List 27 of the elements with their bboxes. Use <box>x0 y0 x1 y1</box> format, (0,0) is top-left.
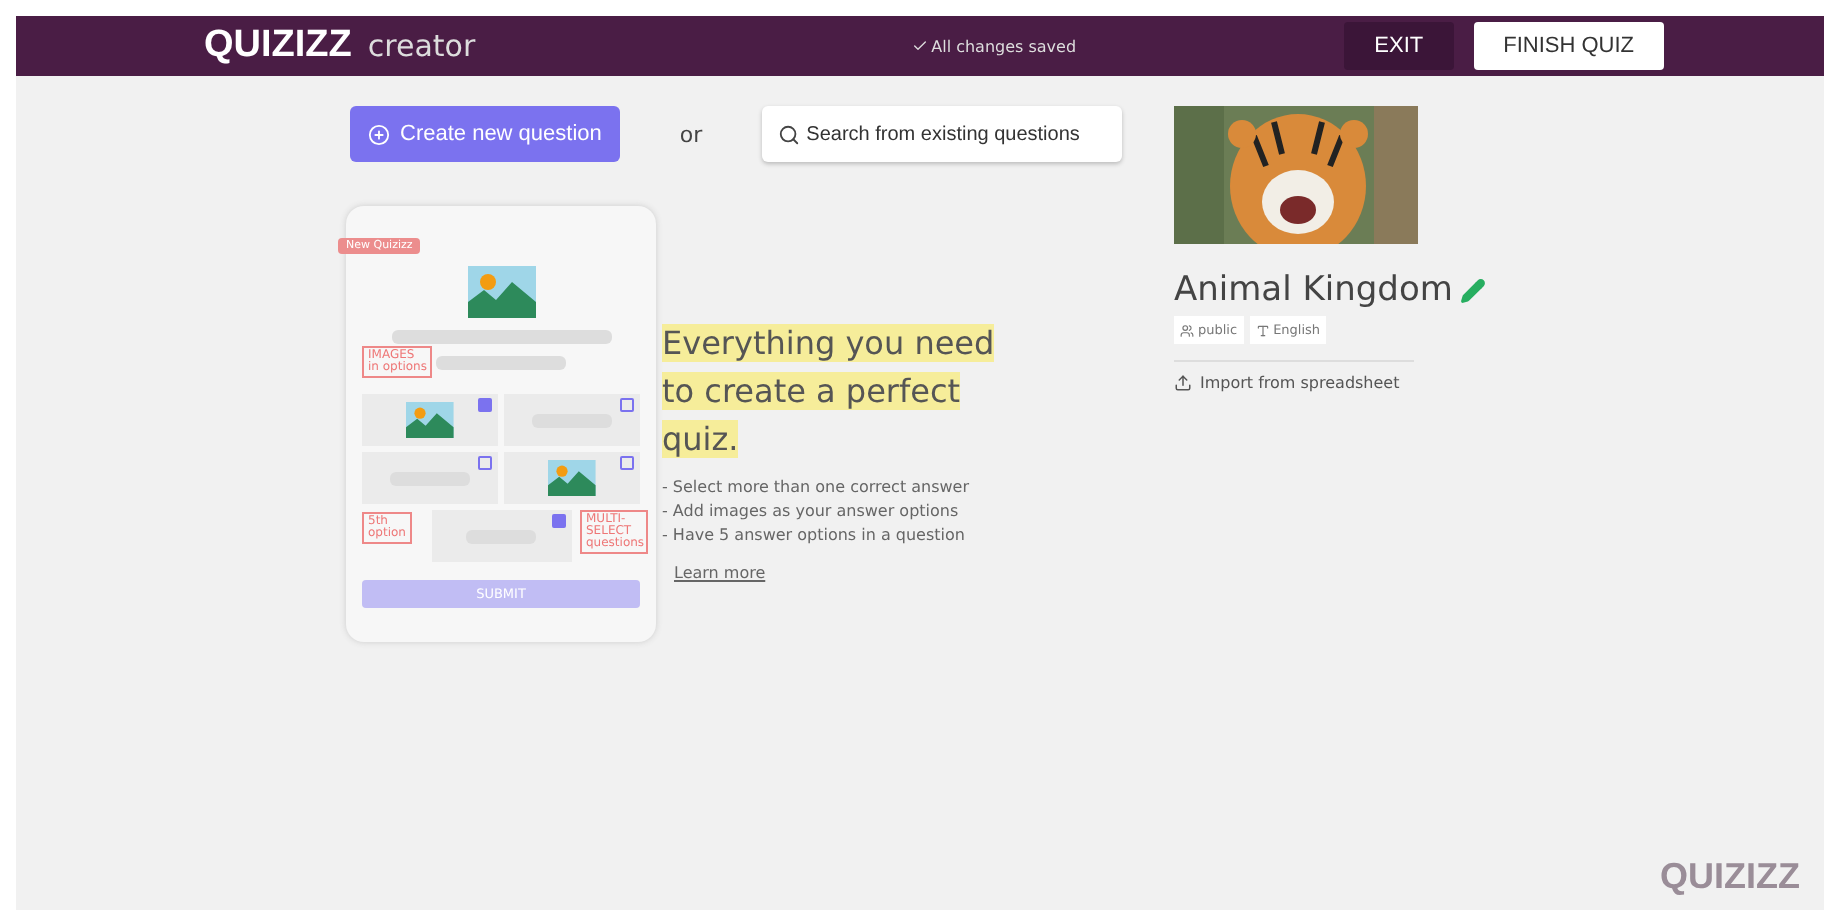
check-icon <box>911 38 928 54</box>
text-icon <box>1255 323 1270 337</box>
image-icon <box>548 459 596 497</box>
search-field[interactable]: Search from existing questions <box>762 106 1123 162</box>
logo: QUIZIZZ <box>204 24 352 68</box>
feature-text: - Select more than one correct answer <box>662 476 972 500</box>
promo-heading: Everything you need to create a perfect quiz. <box>662 322 995 462</box>
search-icon <box>778 124 801 146</box>
learn-more-link[interactable]: Learn more <box>674 564 766 582</box>
upload-icon <box>1174 374 1192 392</box>
create-question-button[interactable]: Create new question <box>350 106 620 162</box>
finish-quiz-button[interactable]: FINISH QUIZ <box>1473 22 1664 70</box>
app-subtitle: creator <box>367 28 476 64</box>
import-button[interactable]: Import from spreadsheet <box>1174 374 1400 392</box>
plus-icon <box>368 123 390 145</box>
quiz-title: Animal Kingdom <box>1174 270 1453 310</box>
placeholder-line <box>436 356 566 370</box>
edit-icon[interactable] <box>1460 277 1487 303</box>
image-icon <box>467 266 535 318</box>
feature-text: - Add images as your answer options <box>662 500 961 524</box>
feature-text: - Have 5 answer options in a question <box>662 524 967 548</box>
save-status: All changes saved <box>911 37 1077 55</box>
footer-logo: QUIZIZZ <box>1660 856 1800 898</box>
or-text: or <box>679 121 703 147</box>
exit-button[interactable]: EXIT <box>1344 22 1454 70</box>
people-icon <box>1180 323 1194 337</box>
image-icon <box>406 401 454 439</box>
